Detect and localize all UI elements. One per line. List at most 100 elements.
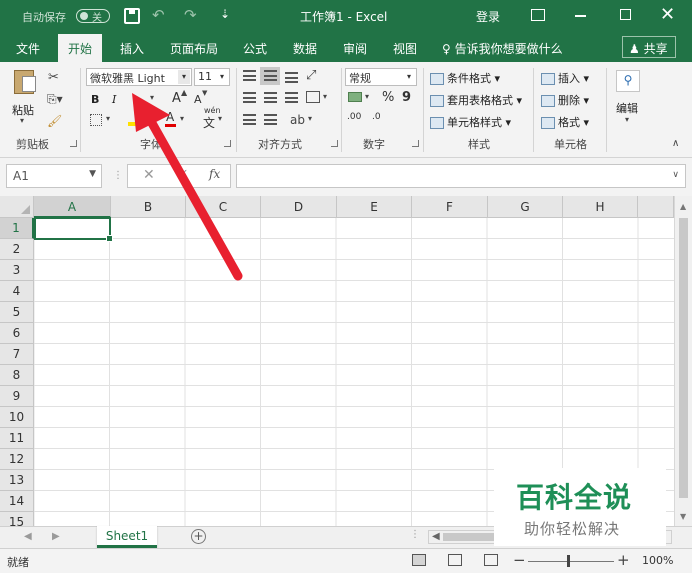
maximize-icon[interactable] bbox=[620, 9, 631, 20]
bold-button[interactable]: B bbox=[91, 93, 99, 106]
ribbon-display-options-icon[interactable] bbox=[531, 9, 545, 21]
scroll-down-icon[interactable]: ▼ bbox=[680, 512, 686, 521]
vertical-scrollbar[interactable]: ▲ ▼ bbox=[674, 196, 692, 526]
align-center-icon[interactable] bbox=[264, 92, 277, 103]
decrease-decimal-button[interactable]: .0 bbox=[372, 112, 381, 122]
align-left-icon[interactable] bbox=[243, 92, 256, 103]
accounting-format-icon[interactable] bbox=[348, 92, 362, 102]
increase-decimal-button[interactable]: .00 bbox=[347, 112, 361, 122]
row-header-9[interactable]: 9 bbox=[0, 386, 34, 407]
resize-handle-icon[interactable]: ⋮ bbox=[410, 529, 420, 540]
tab-insert[interactable]: 插入 bbox=[120, 40, 144, 57]
alignment-launcher-icon[interactable] bbox=[331, 140, 338, 147]
chevron-down-icon[interactable]: ▾ bbox=[323, 92, 327, 101]
save-icon[interactable] bbox=[124, 8, 140, 24]
collapse-ribbon-icon[interactable]: ∧ bbox=[672, 138, 679, 149]
zoom-in-button[interactable]: + bbox=[617, 551, 630, 569]
column-header-f[interactable]: F bbox=[412, 196, 488, 218]
row-header-12[interactable]: 12 bbox=[0, 449, 34, 470]
name-box[interactable]: A1 ▼ bbox=[6, 164, 102, 188]
column-header-h[interactable]: H bbox=[563, 196, 638, 218]
page-layout-view-icon[interactable] bbox=[448, 554, 462, 566]
cell-styles-button[interactable]: 单元格样式 ▾ bbox=[430, 114, 511, 130]
row-header-1[interactable]: 1 bbox=[0, 218, 34, 239]
row-header-14[interactable]: 14 bbox=[0, 491, 34, 512]
border-icon[interactable] bbox=[90, 114, 102, 126]
row-header-7[interactable]: 7 bbox=[0, 344, 34, 365]
align-middle-icon[interactable] bbox=[264, 70, 277, 81]
zoom-level[interactable]: 100% bbox=[642, 554, 673, 567]
row-header-13[interactable]: 13 bbox=[0, 470, 34, 491]
sheet-tab-sheet1[interactable]: Sheet1 bbox=[97, 526, 157, 548]
underline-dropdown-icon[interactable]: ▾ bbox=[150, 93, 154, 102]
minimize-icon[interactable] bbox=[575, 15, 586, 17]
page-break-view-icon[interactable] bbox=[484, 554, 498, 566]
chevron-down-icon[interactable]: ▾ bbox=[218, 114, 222, 123]
grow-font-button[interactable]: A bbox=[172, 91, 181, 106]
chevron-down-icon[interactable]: ▾ bbox=[308, 114, 312, 123]
row-header-6[interactable]: 6 bbox=[0, 323, 34, 344]
format-as-table-button[interactable]: 套用表格格式 ▾ bbox=[430, 92, 522, 108]
tab-view[interactable]: 视图 bbox=[393, 40, 417, 57]
customize-quick-access-icon[interactable]: ⇣ bbox=[220, 7, 230, 21]
orientation-abc-icon[interactable]: ab bbox=[290, 113, 305, 127]
insert-cells-button[interactable]: 插入 ▾ bbox=[541, 70, 589, 86]
cut-icon[interactable]: ✂ bbox=[48, 70, 59, 85]
align-bottom-icon[interactable] bbox=[285, 72, 298, 83]
increase-indent-icon[interactable] bbox=[264, 114, 277, 125]
resize-handle-icon[interactable]: ⋮ bbox=[113, 170, 123, 181]
formula-input[interactable]: ∨ bbox=[236, 164, 686, 188]
normal-view-icon[interactable] bbox=[412, 554, 426, 566]
active-cell-a1[interactable] bbox=[34, 217, 113, 242]
tab-home[interactable]: 开始 bbox=[58, 34, 103, 62]
tab-review[interactable]: 审阅 bbox=[343, 40, 367, 57]
format-painter-icon[interactable]: 🖌 bbox=[47, 114, 62, 128]
column-header-c[interactable]: C bbox=[186, 196, 261, 218]
wrap-text-icon[interactable] bbox=[306, 91, 320, 103]
font-color-icon[interactable]: A bbox=[166, 110, 174, 124]
column-header-d[interactable]: D bbox=[261, 196, 337, 218]
delete-cells-button[interactable]: 删除 ▾ bbox=[541, 92, 589, 108]
column-header-b[interactable]: B bbox=[111, 196, 186, 218]
insert-function-button[interactable]: fx bbox=[209, 167, 220, 181]
cancel-icon[interactable]: ✕ bbox=[143, 167, 155, 183]
font-size-select[interactable]: 11 ▾ bbox=[194, 68, 230, 86]
add-sheet-button[interactable]: + bbox=[191, 529, 206, 544]
close-icon[interactable]: ✕ bbox=[660, 4, 675, 25]
fill-color-icon[interactable] bbox=[128, 122, 140, 126]
chevron-down-icon[interactable]: ▾ bbox=[106, 114, 110, 123]
tab-page-layout[interactable]: 页面布局 bbox=[170, 40, 218, 57]
scroll-up-icon[interactable]: ▲ bbox=[680, 202, 686, 211]
row-header-5[interactable]: 5 bbox=[0, 302, 34, 323]
align-right-icon[interactable] bbox=[285, 92, 298, 103]
column-header-g[interactable]: G bbox=[488, 196, 563, 218]
column-header-a[interactable]: A bbox=[34, 196, 111, 218]
percent-button[interactable]: % bbox=[382, 90, 394, 105]
comma-button[interactable]: 9 bbox=[402, 90, 411, 105]
undo-icon[interactable]: ↶ bbox=[152, 6, 165, 24]
conditional-formatting-button[interactable]: 条件格式 ▾ bbox=[430, 70, 500, 86]
redo-icon[interactable]: ↷ bbox=[184, 6, 197, 24]
row-header-15[interactable]: 15 bbox=[0, 512, 34, 526]
number-launcher-icon[interactable] bbox=[412, 140, 419, 147]
expand-formula-icon[interactable]: ∨ bbox=[672, 170, 679, 180]
scrollbar-thumb[interactable] bbox=[679, 218, 688, 498]
font-launcher-icon[interactable] bbox=[224, 140, 231, 147]
font-family-select[interactable]: 微软雅黑 Light ▾ bbox=[86, 68, 192, 86]
clipboard-launcher-icon[interactable] bbox=[70, 140, 77, 147]
tab-data[interactable]: 数据 bbox=[293, 40, 317, 57]
login-button[interactable]: 登录 bbox=[476, 8, 500, 25]
row-header-8[interactable]: 8 bbox=[0, 365, 34, 386]
select-all-button[interactable] bbox=[0, 196, 34, 218]
zoom-slider-thumb[interactable] bbox=[567, 555, 570, 567]
phonetic-guide-icon[interactable]: 文 bbox=[203, 114, 215, 131]
align-top-icon[interactable] bbox=[243, 70, 256, 81]
next-sheet-icon[interactable]: ▶ bbox=[52, 531, 60, 542]
autosave-toggle[interactable]: 关 bbox=[76, 9, 110, 24]
zoom-out-button[interactable]: − bbox=[513, 551, 526, 569]
share-button[interactable]: ♟ 共享 bbox=[622, 36, 676, 58]
enter-icon[interactable]: ✓ bbox=[178, 167, 189, 182]
chevron-down-icon[interactable]: ▾ bbox=[180, 114, 184, 123]
italic-button[interactable]: I bbox=[112, 93, 116, 106]
row-header-11[interactable]: 11 bbox=[0, 428, 34, 449]
